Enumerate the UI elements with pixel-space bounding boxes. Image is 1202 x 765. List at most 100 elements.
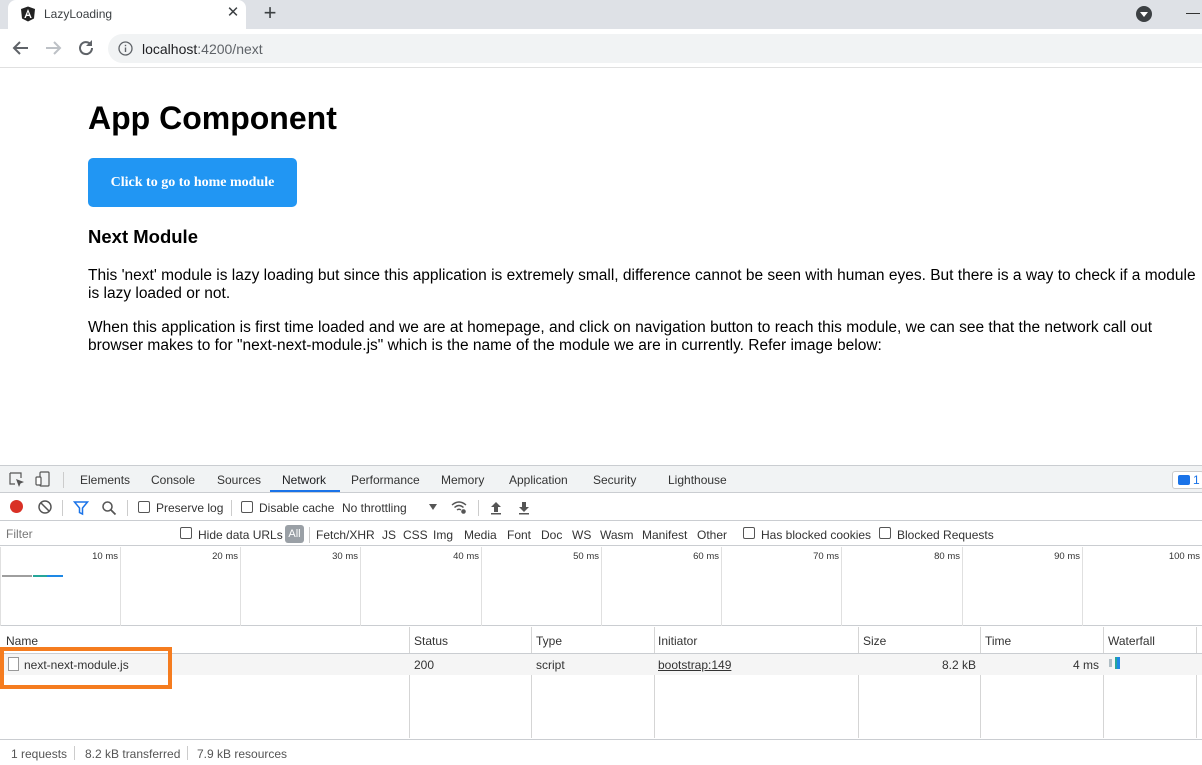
address-bar[interactable]: localhost:4200/next [108, 34, 1202, 63]
request-initiator-link[interactable]: bootstrap:149 [658, 658, 731, 672]
timeline-label: 60 ms [693, 551, 719, 562]
tab-title: LazyLoading [44, 7, 113, 21]
hide-data-urls-checkbox[interactable] [180, 527, 192, 539]
column-header-name[interactable]: Name [6, 634, 38, 648]
filter-wasm[interactable]: Wasm [600, 528, 634, 542]
has-blocked-cookies-checkbox[interactable] [743, 527, 755, 539]
column-divider [654, 627, 655, 738]
filter-img[interactable]: Img [433, 528, 453, 542]
column-header-waterfall[interactable]: Waterfall [1108, 634, 1155, 648]
column-header-time[interactable]: Time [985, 634, 1011, 648]
timeline-grid-line [0, 547, 1, 626]
filter-all[interactable]: All [285, 525, 304, 543]
tab-elements[interactable]: Elements [80, 473, 130, 487]
timeline-label: 40 ms [453, 551, 479, 562]
filter-media[interactable]: Media [464, 528, 497, 542]
browser-tab[interactable]: LazyLoading ✕ [8, 0, 246, 29]
forward-arrow-icon[interactable] [42, 37, 64, 59]
tab-lighthouse[interactable]: Lighthouse [668, 473, 727, 487]
issues-message-icon [1178, 475, 1190, 485]
column-header-size[interactable]: Size [863, 634, 886, 648]
url-path: :4200/next [197, 41, 263, 57]
tab-application[interactable]: Application [509, 473, 568, 487]
has-blocked-cookies-label: Has blocked cookies [761, 528, 872, 542]
chevron-down-circle-icon[interactable] [1135, 5, 1153, 23]
status-requests: 1 requests [11, 747, 68, 761]
filter-js[interactable]: JS [382, 528, 396, 542]
record-icon[interactable] [10, 500, 23, 513]
timeline-label: 50 ms [573, 551, 599, 562]
annotation-highlight-box [0, 647, 172, 689]
devtools-panel: Elements Console Sources Network Perform… [0, 465, 1202, 765]
reload-icon[interactable] [75, 37, 97, 59]
tab-memory[interactable]: Memory [441, 473, 484, 487]
export-har-download-icon[interactable] [516, 500, 532, 516]
device-toolbar-icon[interactable] [35, 471, 51, 487]
column-header-initiator[interactable]: Initiator [658, 634, 697, 648]
tab-performance[interactable]: Performance [351, 473, 420, 487]
throttling-dropdown-icon[interactable] [429, 504, 437, 510]
request-time: 4 ms [1072, 658, 1099, 672]
paragraph-1: This 'next' module is lazy loading but s… [88, 267, 1196, 302]
back-arrow-icon[interactable] [10, 37, 32, 59]
network-filterbar: Hide data URLs All Fetch/XHR JS CSS Img … [0, 522, 1202, 546]
devtools-tabbar: Elements Console Sources Network Perform… [0, 466, 1202, 493]
filter-input[interactable] [2, 524, 168, 544]
disable-cache-checkbox[interactable] [241, 501, 253, 513]
tab-security[interactable]: Security [593, 473, 636, 487]
column-header-status[interactable]: Status [414, 634, 448, 648]
timeline-label: 30 ms [332, 551, 358, 562]
page-title: App Component [88, 100, 337, 136]
tab-sources[interactable]: Sources [217, 473, 261, 487]
filter-font[interactable]: Font [507, 528, 531, 542]
column-divider [858, 627, 859, 738]
network-conditions-icon[interactable] [451, 499, 467, 515]
hide-data-urls-label: Hide data URLs [198, 528, 283, 542]
search-icon[interactable] [101, 500, 117, 516]
column-divider [531, 627, 532, 738]
column-divider [1103, 627, 1104, 738]
timeline-label: 90 ms [1054, 551, 1080, 562]
close-tab-icon[interactable]: ✕ [224, 4, 242, 22]
site-info-icon[interactable] [118, 41, 133, 56]
filter-fetch-xhr[interactable]: Fetch/XHR [316, 528, 375, 542]
filter-css[interactable]: CSS [403, 528, 428, 542]
overview-request-bar [47, 575, 63, 577]
throttling-select[interactable]: No throttling [342, 501, 407, 515]
network-overview-timeline[interactable]: 10 ms 20 ms 30 ms 40 ms 50 ms 60 ms 70 m… [0, 547, 1202, 626]
filter-manifest[interactable]: Manifest [642, 528, 687, 542]
status-divider [187, 746, 188, 760]
column-header-type[interactable]: Type [536, 634, 562, 648]
import-har-upload-icon[interactable] [488, 500, 504, 516]
column-divider [980, 627, 981, 738]
filter-funnel-icon[interactable] [73, 500, 89, 516]
filter-other[interactable]: Other [697, 528, 727, 542]
timeline-label: 70 ms [813, 551, 839, 562]
preserve-log-checkbox[interactable] [138, 501, 150, 513]
status-divider [74, 746, 75, 760]
network-controls: Preserve log Disable cache No throttling [0, 494, 1202, 521]
issues-badge[interactable]: 1 [1172, 471, 1202, 489]
timeline-grid-line [601, 547, 602, 626]
timeline-grid-line [841, 547, 842, 626]
blocked-requests-checkbox[interactable] [879, 527, 891, 539]
status-resources: 7.9 kB resources [197, 747, 288, 761]
toolbar-divider [63, 472, 64, 488]
tab-console[interactable]: Console [151, 473, 195, 487]
go-home-button[interactable]: Click to go to home module [88, 158, 297, 207]
column-divider [409, 627, 410, 738]
inspect-element-icon[interactable] [9, 472, 25, 488]
filter-ws[interactable]: WS [572, 528, 591, 542]
new-tab-icon[interactable]: + [258, 2, 282, 25]
disable-cache-label: Disable cache [259, 501, 335, 515]
window-minimize-icon[interactable] [1186, 13, 1200, 14]
active-tab-indicator [270, 490, 340, 492]
tab-network[interactable]: Network [282, 473, 326, 487]
status-transferred: 8.2 kB transferred [85, 747, 181, 761]
clear-icon[interactable] [37, 499, 53, 515]
controls-divider [478, 500, 479, 516]
filter-doc[interactable]: Doc [541, 528, 562, 542]
timeline-grid-line [1082, 547, 1083, 626]
table-row[interactable]: next-next-module.js 200 script bootstrap… [0, 654, 1202, 675]
paragraph-2: When this application is first time load… [88, 319, 1153, 354]
